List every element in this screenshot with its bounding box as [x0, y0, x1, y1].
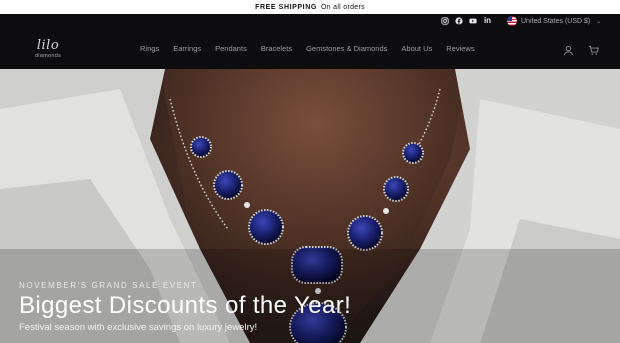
facebook-icon[interactable]	[455, 17, 463, 25]
chevron-down-icon: ⌄	[596, 18, 602, 25]
youtube-icon[interactable]	[469, 17, 477, 25]
locale-selector[interactable]: United States (USD $) ⌄	[507, 16, 601, 26]
main-nav: Rings Earrings Pendants Bracelets Gemsto…	[140, 43, 489, 55]
linkedin-icon[interactable]: in	[483, 17, 492, 25]
instagram-icon[interactable]	[441, 17, 449, 25]
announcement-bold: FREE SHIPPING	[255, 3, 317, 11]
user-icon[interactable]	[563, 43, 574, 61]
nav-item-pendants[interactable]: Pendants	[215, 43, 247, 55]
social-links: in	[441, 17, 492, 25]
locale-label: United States (USD $)	[521, 17, 591, 25]
nav-item-gemstones-diamonds[interactable]: Gemstones & Diamonds	[306, 43, 387, 55]
nav-item-earrings[interactable]: Earrings	[173, 43, 201, 55]
announcement-bar: FREE SHIPPING On all orders	[0, 0, 620, 14]
logo-script: lilo	[36, 38, 60, 53]
hero-eyebrow: NOVEMBER'S GRAND SALE EVENT	[19, 281, 198, 290]
nav-item-bracelets[interactable]: Bracelets	[261, 43, 292, 55]
us-flag-icon	[507, 16, 517, 26]
hero-subline: Festival season with exclusive savings o…	[19, 322, 258, 333]
nav-item-reviews[interactable]: Reviews	[446, 43, 474, 55]
site-header: in United States (USD $) ⌄ lilo diamonds…	[0, 14, 620, 69]
hero-text: NOVEMBER'S GRAND SALE EVENT Biggest Disc…	[19, 281, 351, 333]
nav-item-rings[interactable]: Rings	[140, 43, 159, 55]
nav-item-about-us[interactable]: About Us	[401, 43, 432, 55]
announcement-text: On all orders	[320, 3, 365, 11]
cart-icon[interactable]	[588, 43, 599, 61]
logo-subtitle: diamonds	[34, 53, 62, 59]
hero-headline: Biggest Discounts of the Year!	[19, 292, 352, 319]
site-logo[interactable]: lilo diamonds	[28, 38, 68, 59]
header-actions	[563, 43, 599, 61]
hero-banner[interactable]: NOVEMBER'S GRAND SALE EVENT Biggest Disc…	[0, 69, 620, 343]
